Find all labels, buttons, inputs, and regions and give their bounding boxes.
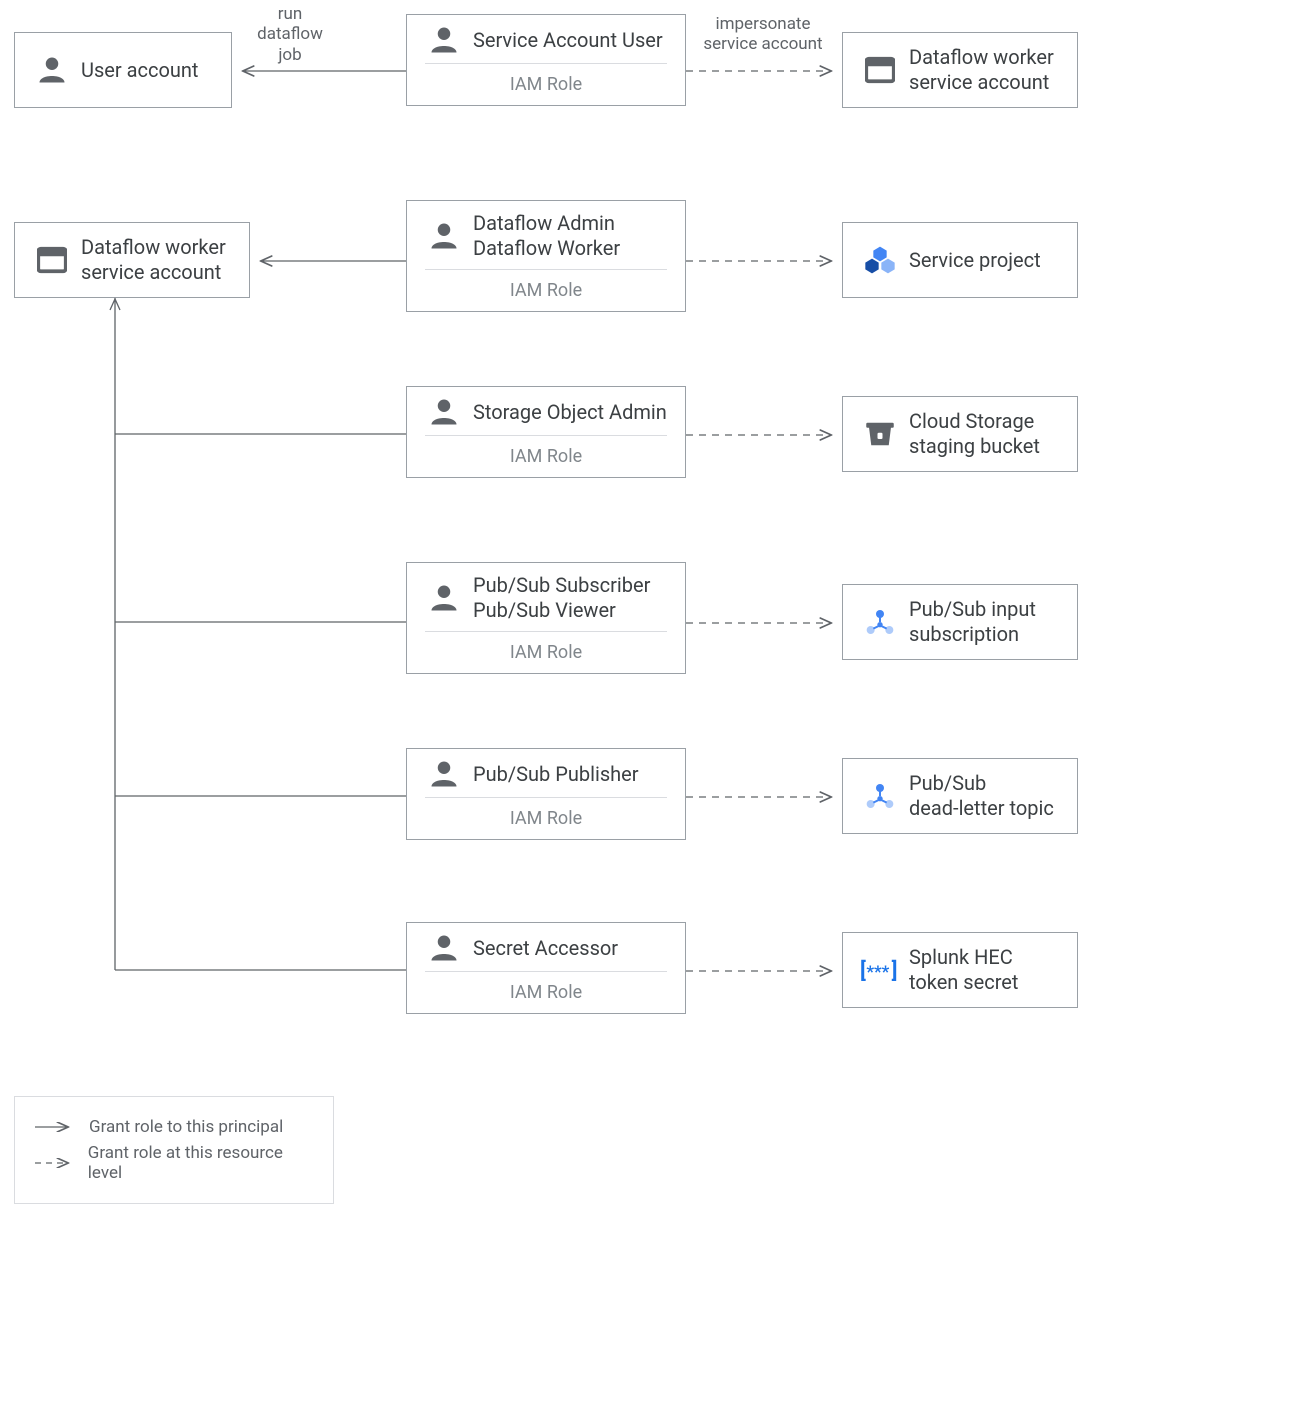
person-icon xyxy=(421,933,467,963)
role-subtitle: IAM Role xyxy=(425,971,667,1003)
node-service-project: Service project xyxy=(842,222,1078,298)
hex-icon xyxy=(857,244,903,276)
node-label: Splunk HECtoken secret xyxy=(903,945,1018,995)
node-label: Pub/Subdead-letter topic xyxy=(903,771,1054,821)
node-label: Cloud Storagestaging bucket xyxy=(903,409,1040,459)
bucket-icon xyxy=(857,419,903,449)
role-secret-accessor: Secret Accessor IAM Role xyxy=(406,922,686,1014)
person-icon xyxy=(421,25,467,55)
person-icon xyxy=(421,759,467,789)
person-icon xyxy=(29,55,75,85)
node-pubsub-input: Pub/Sub inputsubscription xyxy=(842,584,1078,660)
role-subtitle: IAM Role xyxy=(425,797,667,829)
role-service-account-user: Service Account User IAM Role xyxy=(406,14,686,106)
role-title: Secret Accessor xyxy=(467,936,618,961)
person-icon xyxy=(421,583,467,613)
window-icon xyxy=(29,245,75,275)
role-subtitle: IAM Role xyxy=(425,63,667,95)
node-label: Service project xyxy=(903,248,1041,273)
legend-text: Grant role to this principal xyxy=(89,1117,283,1137)
role-subtitle: IAM Role xyxy=(425,631,667,663)
role-pubsub-publisher: Pub/Sub Publisher IAM Role xyxy=(406,748,686,840)
node-splunk-secret: Splunk HECtoken secret xyxy=(842,932,1078,1008)
role-title: Service Account User xyxy=(467,28,663,53)
edge-label-run-dataflow: rundataflowjob xyxy=(250,4,330,65)
legend-row-solid: Grant role to this principal xyxy=(33,1117,315,1137)
node-cloud-storage-bucket: Cloud Storagestaging bucket xyxy=(842,396,1078,472)
person-icon xyxy=(421,221,467,251)
legend-row-dashed: Grant role at this resource level xyxy=(33,1143,315,1183)
person-icon xyxy=(421,397,467,427)
role-title: Storage Object Admin xyxy=(467,400,667,425)
edge-label-impersonate: impersonateservice account xyxy=(698,14,828,55)
role-subtitle: IAM Role xyxy=(425,435,667,467)
role-dataflow-admin-worker: Dataflow AdminDataflow Worker IAM Role xyxy=(406,200,686,312)
role-title: Pub/Sub Publisher xyxy=(467,762,639,787)
node-label: Dataflow workerservice account xyxy=(903,45,1054,95)
node-user-account: User account xyxy=(14,32,232,108)
role-pubsub-subscriber-viewer: Pub/Sub SubscriberPub/Sub Viewer IAM Rol… xyxy=(406,562,686,674)
node-pubsub-deadletter: Pub/Subdead-letter topic xyxy=(842,758,1078,834)
legend: Grant role to this principal Grant role … xyxy=(14,1096,334,1204)
node-label: User account xyxy=(75,58,198,83)
node-dataflow-worker-sa-left: Dataflow workerservice account xyxy=(14,222,250,298)
role-subtitle: IAM Role xyxy=(425,269,667,301)
role-title: Dataflow AdminDataflow Worker xyxy=(467,211,620,261)
pubsub-icon xyxy=(857,606,903,638)
role-title: Pub/Sub SubscriberPub/Sub Viewer xyxy=(467,573,650,623)
pubsub-icon xyxy=(857,780,903,812)
window-icon xyxy=(857,55,903,85)
secret-icon xyxy=(857,957,903,983)
node-label: Dataflow workerservice account xyxy=(75,235,226,285)
node-label: Pub/Sub inputsubscription xyxy=(903,597,1036,647)
node-dataflow-worker-sa-top: Dataflow workerservice account xyxy=(842,32,1078,108)
role-storage-object-admin: Storage Object Admin IAM Role xyxy=(406,386,686,478)
legend-text: Grant role at this resource level xyxy=(88,1143,315,1183)
